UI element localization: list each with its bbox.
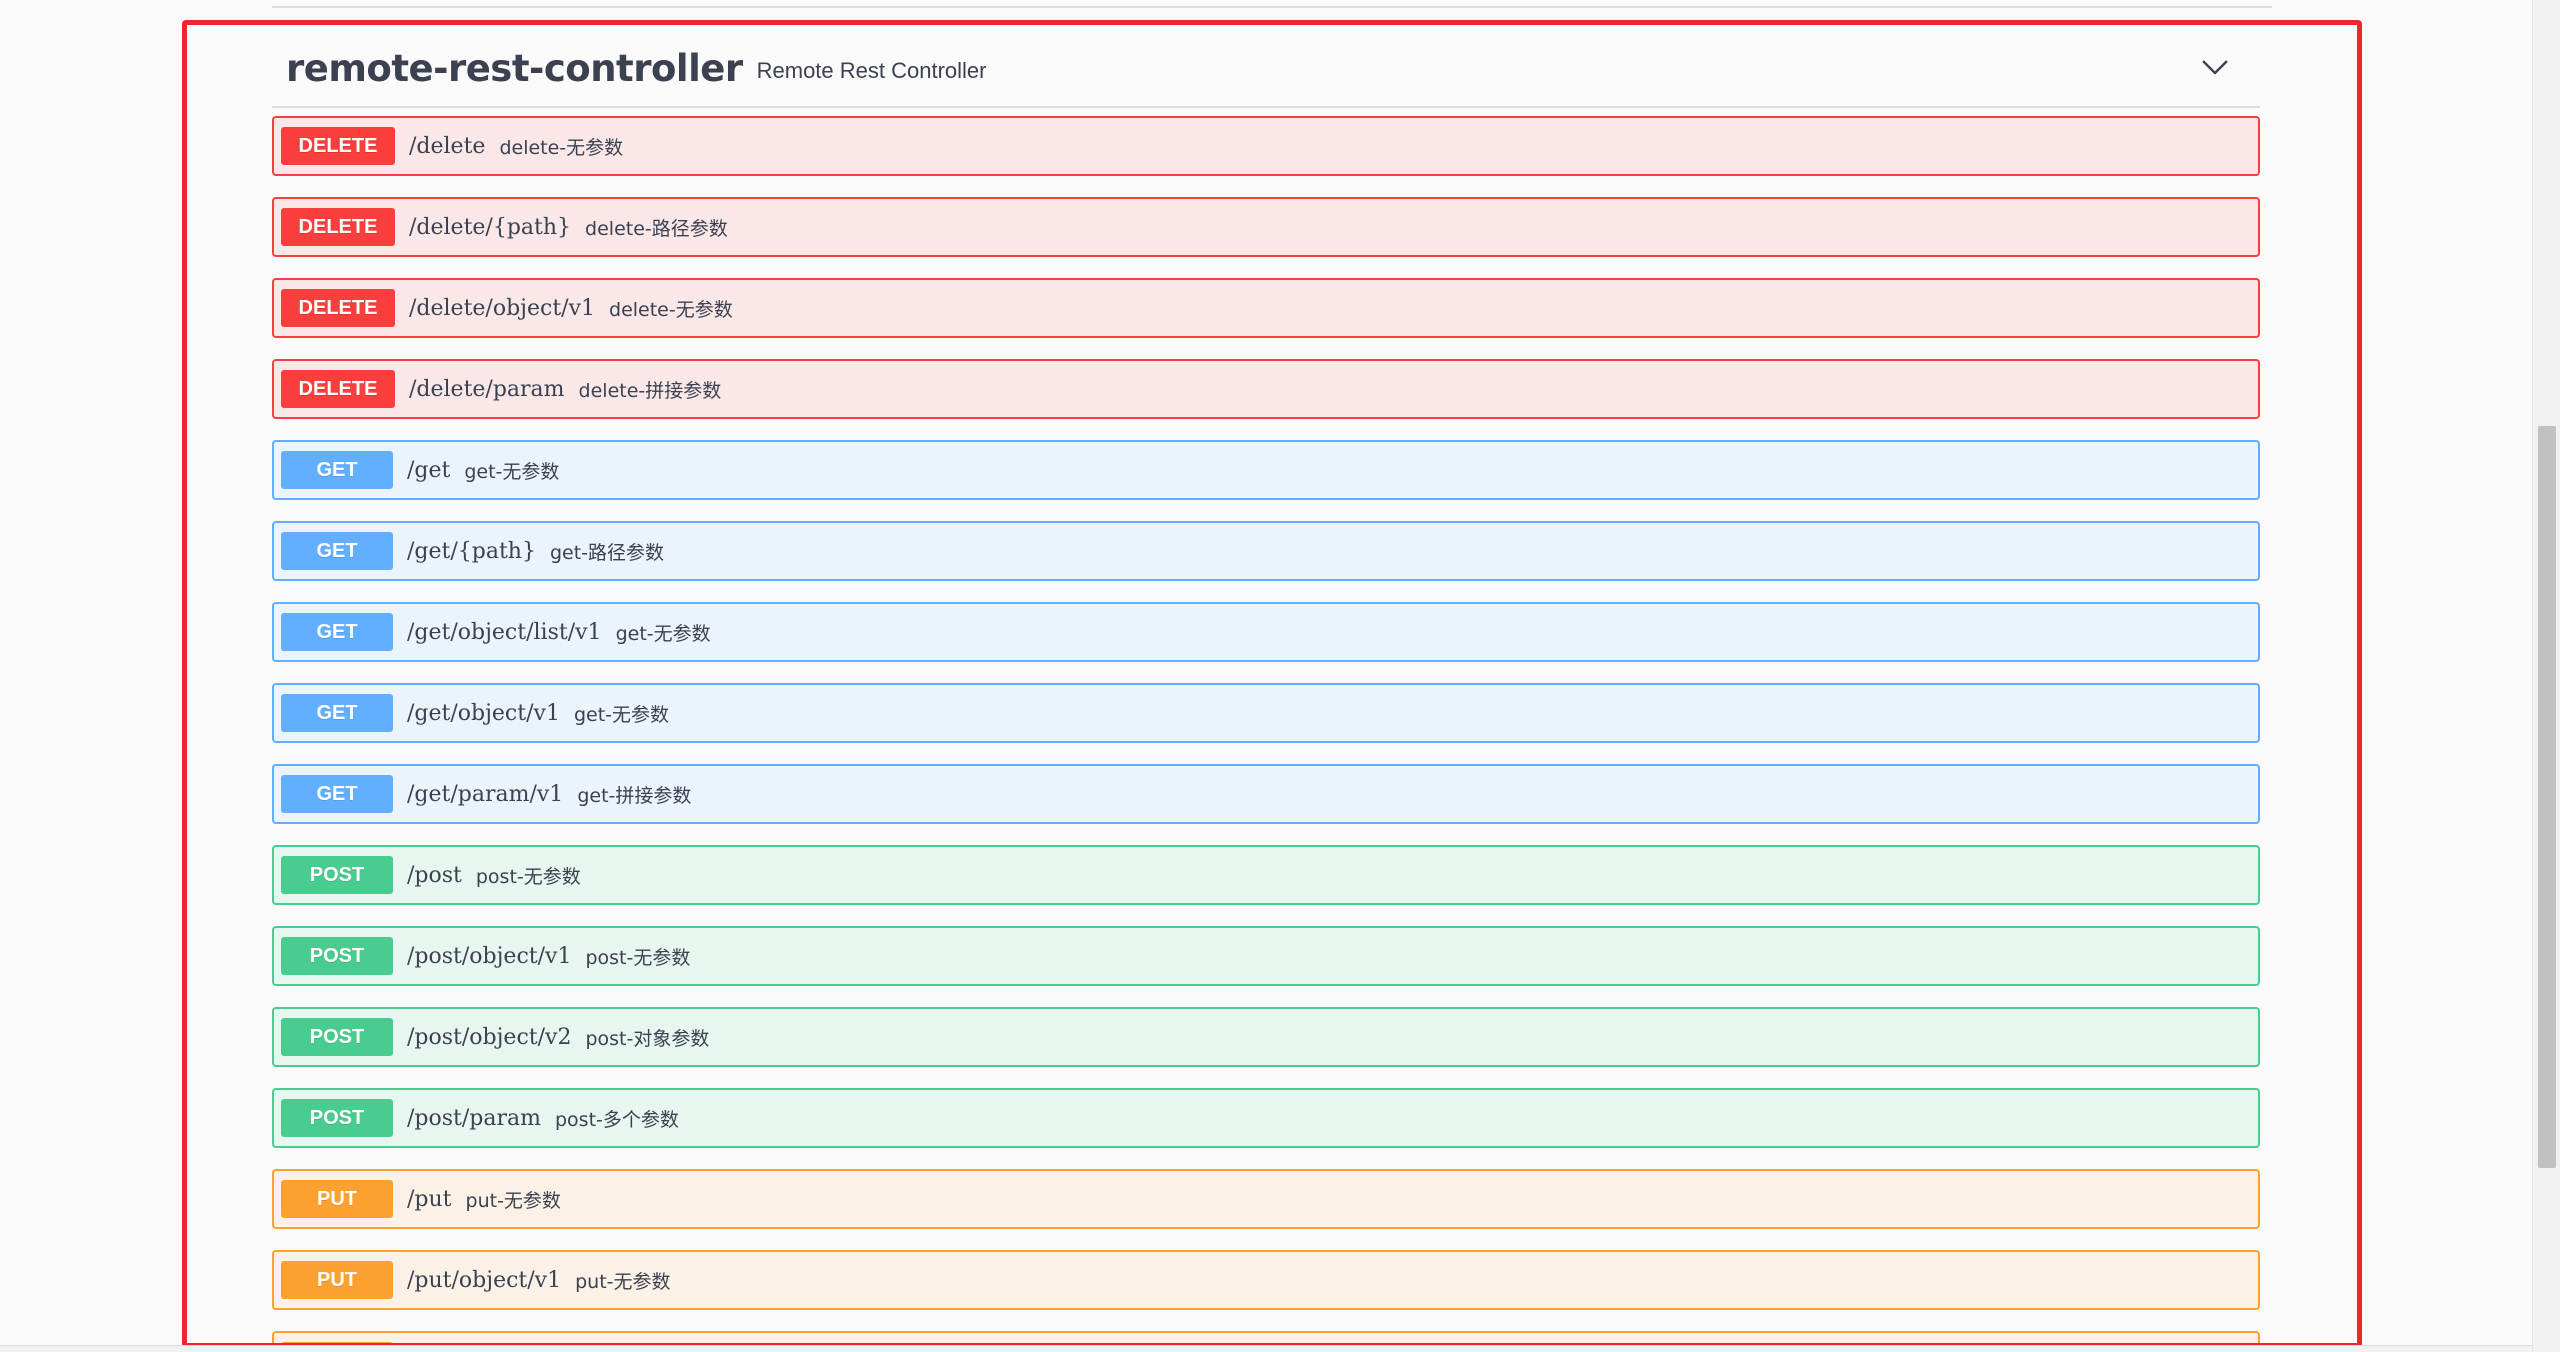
section-divider (272, 6, 2272, 8)
horizontal-scrollbar[interactable] (0, 1345, 2532, 1352)
vertical-scrollbar[interactable] (2532, 0, 2560, 1352)
scrollbar-thumb[interactable] (2538, 426, 2556, 1168)
highlight-annotation (182, 20, 2362, 1348)
page: remote-rest-controller Remote Rest Contr… (0, 0, 2560, 1352)
